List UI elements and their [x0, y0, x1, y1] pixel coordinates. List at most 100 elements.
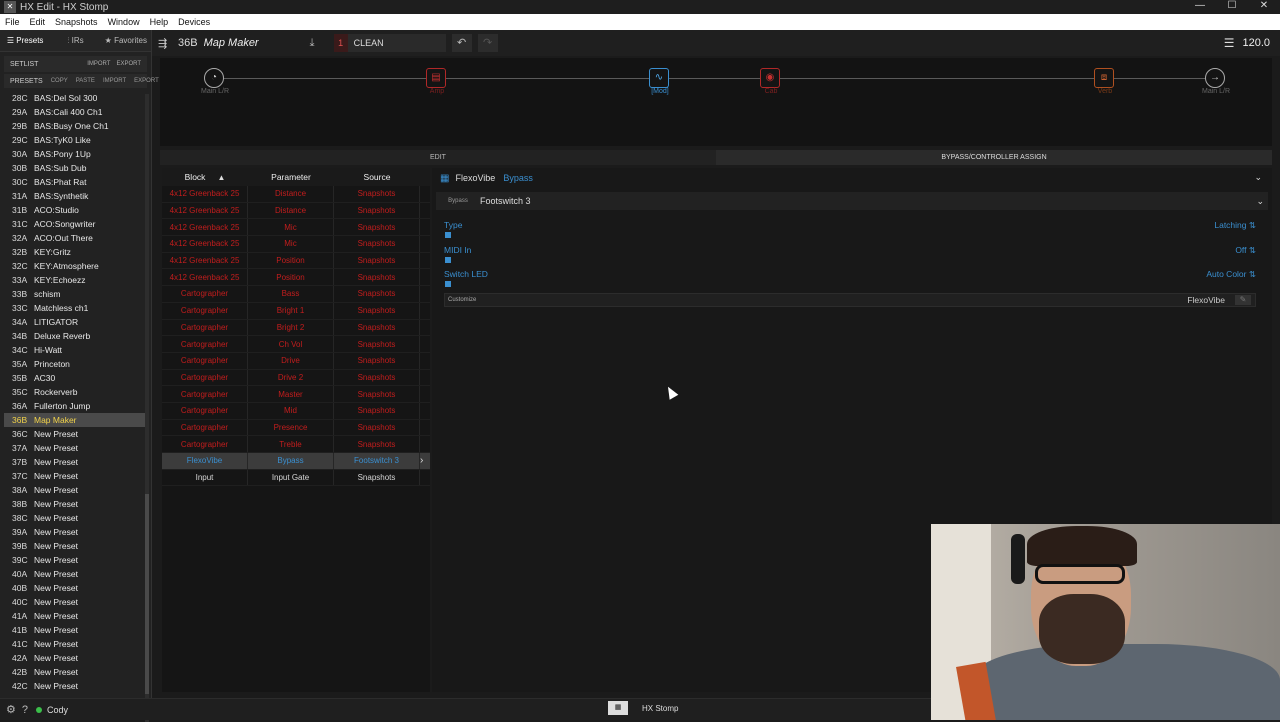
- maximize-button[interactable]: ☐: [1216, 0, 1248, 14]
- menu-devices[interactable]: Devices: [173, 17, 215, 27]
- preset-item[interactable]: 30A BAS:Pony 1Up: [4, 147, 146, 161]
- table-row[interactable]: 4x12 Greenback 25 Position Snapshots: [162, 252, 430, 270]
- scroll-thumb[interactable]: [145, 494, 149, 694]
- preset-item[interactable]: 29C BAS:TyK0 Like: [4, 133, 146, 147]
- tab-favorites[interactable]: ★ Favorites: [101, 36, 151, 45]
- preset-item[interactable]: 28C BAS:Del Sol 300: [4, 91, 146, 105]
- preset-item[interactable]: 32A ACO:Out There: [4, 231, 146, 245]
- node-verb[interactable]: ⧈ Verb: [1094, 68, 1116, 95]
- preset-item[interactable]: 32C KEY:Atmosphere: [4, 259, 146, 273]
- tempo-display[interactable]: 120.0: [1242, 37, 1270, 49]
- setting-led-value[interactable]: Auto Color ⇅: [1206, 269, 1256, 280]
- paste-button[interactable]: PASTE: [76, 78, 95, 84]
- preset-item[interactable]: 37B New Preset: [4, 455, 146, 469]
- redo-icon[interactable]: ↷: [477, 34, 498, 52]
- preset-item[interactable]: 35A Princeton: [4, 357, 146, 371]
- preset-item[interactable]: 36C New Preset: [4, 427, 146, 441]
- preset-item[interactable]: 30B BAS:Sub Dub: [4, 161, 146, 175]
- node-mod[interactable]: ∿ [Mod]: [649, 68, 671, 95]
- preset-item[interactable]: 38C New Preset: [4, 511, 146, 525]
- preset-menu-icon[interactable]: ⇶: [158, 37, 176, 50]
- setting-midi-value[interactable]: Off ⇅: [1235, 245, 1256, 256]
- preset-item[interactable]: 36A Fullerton Jump: [4, 399, 146, 413]
- help-icon[interactable]: ?: [22, 704, 28, 716]
- close-button[interactable]: ✕: [1248, 0, 1280, 14]
- preset-item[interactable]: 42C New Preset: [4, 679, 146, 693]
- table-row[interactable]: Cartographer Drive 2 Snapshots: [162, 369, 430, 387]
- tab-irs[interactable]: ⫶ IRs: [50, 36, 100, 46]
- preset-name[interactable]: Map Maker: [204, 37, 304, 49]
- preset-item[interactable]: 40C New Preset: [4, 595, 146, 609]
- table-row[interactable]: Cartographer Drive Snapshots: [162, 352, 430, 370]
- preset-item[interactable]: 34C Hi-Watt: [4, 343, 146, 357]
- global-settings-icon[interactable]: ☰: [1224, 36, 1235, 50]
- table-row[interactable]: Input Input Gate Snapshots: [162, 469, 430, 487]
- preset-item[interactable]: 35B AC30: [4, 371, 146, 385]
- header-parameter[interactable]: Parameter: [248, 172, 334, 182]
- preset-item[interactable]: 37C New Preset: [4, 469, 146, 483]
- detail-header[interactable]: ▦ FlexoVibe Bypass ⌄: [432, 168, 1272, 188]
- setlist-label[interactable]: SETLIST: [10, 61, 38, 68]
- table-row[interactable]: 4x12 Greenback 25 Distance Snapshots: [162, 202, 430, 220]
- table-row[interactable]: Cartographer Presence Snapshots: [162, 419, 430, 437]
- presets-export-button[interactable]: EXPORT: [134, 78, 159, 84]
- node-amp[interactable]: ▤ Amp: [426, 68, 448, 95]
- preset-item[interactable]: 41B New Preset: [4, 623, 146, 637]
- preset-item[interactable]: 34B Deluxe Reverb: [4, 329, 146, 343]
- table-row[interactable]: FlexoVibe Bypass Footswitch 3 ›: [162, 453, 430, 470]
- table-row[interactable]: Cartographer Mid Snapshots: [162, 402, 430, 420]
- preset-item[interactable]: 29B BAS:Busy One Ch1: [4, 119, 146, 133]
- user-name[interactable]: Cody: [47, 705, 68, 715]
- preset-item[interactable]: 41A New Preset: [4, 609, 146, 623]
- minimize-button[interactable]: —: [1184, 0, 1216, 14]
- tab-bypass-controller[interactable]: BYPASS/CONTROLLER ASSIGN: [716, 150, 1272, 165]
- presets-import-button[interactable]: IMPORT: [103, 78, 126, 84]
- copy-button[interactable]: COPY: [51, 78, 68, 84]
- header-source[interactable]: Source: [334, 172, 420, 182]
- edit-pencil-icon[interactable]: ✎: [1235, 295, 1251, 305]
- preset-item[interactable]: 33A KEY:Echoezz: [4, 273, 146, 287]
- menu-help[interactable]: Help: [145, 17, 174, 27]
- customize-field[interactable]: Customize FlexoVibe ✎: [444, 293, 1256, 307]
- preset-item[interactable]: 41C New Preset: [4, 637, 146, 651]
- preset-item[interactable]: 36B Map Maker: [4, 413, 146, 427]
- menu-window[interactable]: Window: [103, 17, 145, 27]
- preset-item[interactable]: 35C Rockerverb: [4, 385, 146, 399]
- header-block[interactable]: Block ▲: [162, 172, 248, 182]
- table-row[interactable]: Cartographer Bright 1 Snapshots: [162, 302, 430, 320]
- preset-item[interactable]: 39B New Preset: [4, 539, 146, 553]
- table-row[interactable]: 4x12 Greenback 25 Position Snapshots: [162, 269, 430, 287]
- node-output[interactable]: → Main L/R: [1202, 68, 1230, 95]
- tab-edit[interactable]: EDIT: [160, 150, 716, 165]
- preset-item[interactable]: 31A BAS:Synthetik: [4, 189, 146, 203]
- preset-item[interactable]: 30C BAS:Phat Rat: [4, 175, 146, 189]
- undo-icon[interactable]: ↶: [451, 34, 472, 52]
- table-row[interactable]: 4x12 Greenback 25 Distance Snapshots: [162, 186, 430, 203]
- preset-item[interactable]: 39C New Preset: [4, 553, 146, 567]
- node-cab[interactable]: ◉ Cab: [760, 68, 782, 95]
- preset-item[interactable]: 38B New Preset: [4, 497, 146, 511]
- preset-item[interactable]: 32B KEY:Gritz: [4, 245, 146, 259]
- preset-item[interactable]: 40B New Preset: [4, 581, 146, 595]
- preset-item[interactable]: 40A New Preset: [4, 567, 146, 581]
- menu-file[interactable]: File: [0, 17, 25, 27]
- snapshot-selector[interactable]: 1 CLEAN: [333, 34, 446, 52]
- menu-edit[interactable]: Edit: [25, 17, 51, 27]
- preset-item[interactable]: 33B schism: [4, 287, 146, 301]
- tab-presets[interactable]: ☰ Presets: [0, 36, 50, 45]
- setlist-import-button[interactable]: IMPORT: [87, 61, 110, 67]
- preset-item[interactable]: 34A LITIGATOR: [4, 315, 146, 329]
- setting-type-value[interactable]: Latching ⇅: [1214, 220, 1256, 231]
- table-row[interactable]: Cartographer Ch Vol Snapshots: [162, 336, 430, 353]
- table-row[interactable]: Cartographer Bass Snapshots: [162, 286, 430, 303]
- node-input[interactable]: ◔ Main L/R: [201, 68, 229, 95]
- preset-item[interactable]: 29A BAS:Cali 400 Ch1: [4, 105, 146, 119]
- preset-item[interactable]: 42B New Preset: [4, 665, 146, 679]
- table-row[interactable]: Cartographer Bright 2 Snapshots: [162, 319, 430, 337]
- preset-scrollbar[interactable]: [145, 94, 149, 722]
- table-row[interactable]: Cartographer Master Snapshots: [162, 386, 430, 403]
- preset-item[interactable]: 31C ACO:Songwriter: [4, 217, 146, 231]
- table-row[interactable]: 4x12 Greenback 25 Mic Snapshots: [162, 219, 430, 237]
- chevron-down-icon[interactable]: ⌄: [1254, 172, 1262, 183]
- chevron-right-icon[interactable]: ›: [420, 455, 430, 466]
